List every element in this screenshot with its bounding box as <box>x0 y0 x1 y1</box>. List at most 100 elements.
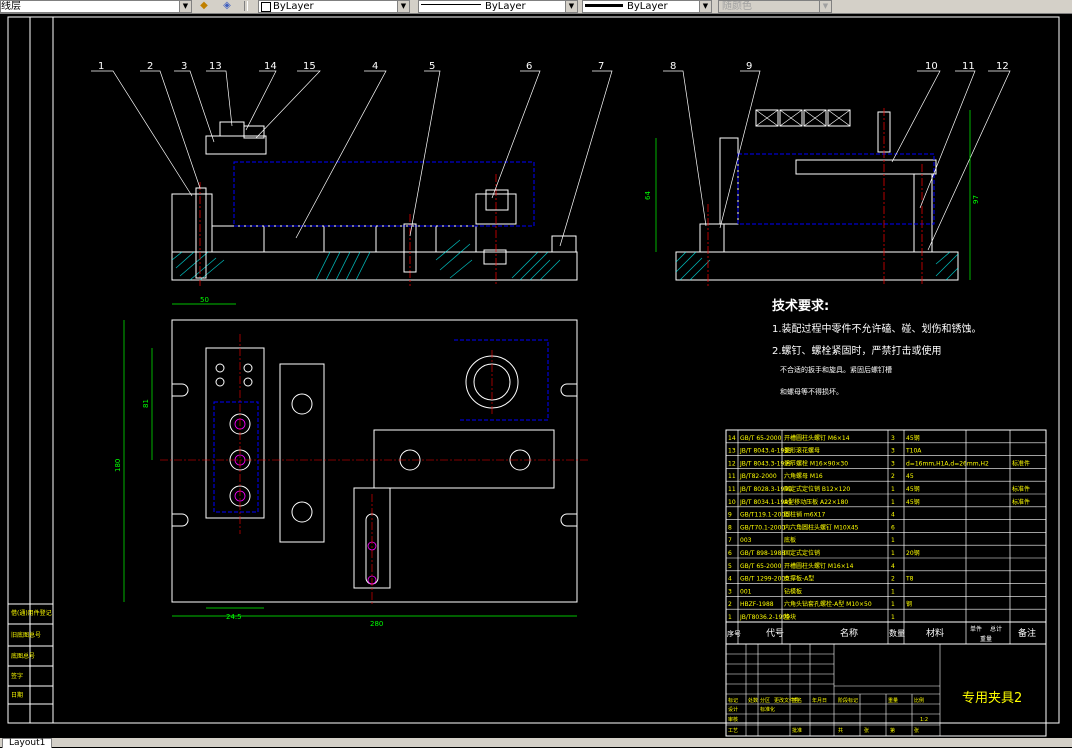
title-label: 标记 <box>728 697 738 704</box>
inner-frame <box>52 16 1060 724</box>
bom-cell-no: 10 <box>728 499 736 506</box>
balloon: 6 <box>526 61 532 72</box>
balloon: 10 <box>925 61 938 72</box>
chevron-down-icon[interactable]: ▼ <box>565 1 577 12</box>
bom-cell-code: 001 <box>740 588 752 595</box>
bom-cell-qty: 2 <box>891 473 895 480</box>
balloon: 8 <box>670 61 676 72</box>
bom-cell-mat: 钢 <box>906 600 912 608</box>
bom-cell-no: 2 <box>728 601 732 608</box>
bom-header-total: 总计 <box>990 625 1002 633</box>
bom-header-mat: 材料 <box>926 627 944 639</box>
chevron-down-icon[interactable]: ▼ <box>699 1 711 12</box>
color-combo[interactable]: ByLayer ▼ <box>258 0 410 13</box>
bom-cell-qty: 2 <box>891 576 895 583</box>
bom-cell-mat: 45钢 <box>906 485 920 493</box>
bom-cell-code: GB/T 65-2000 <box>740 563 782 570</box>
title-label: 审核 <box>728 716 738 723</box>
bom-header-note: 备注 <box>1018 627 1036 639</box>
bom-cell-qty: 1 <box>891 537 895 544</box>
dim-side-height: 64 <box>644 191 652 200</box>
chevron-down-icon[interactable]: ▼ <box>397 1 409 12</box>
balloon: 2 <box>147 61 153 72</box>
bom-header-single: 单件 <box>970 625 982 633</box>
title-label: 年月日 <box>812 697 827 704</box>
layer-stack-icon[interactable]: ◈ <box>220 0 234 12</box>
bom-cell-mat: T8 <box>905 576 914 583</box>
bom-cell-no: 4 <box>728 576 732 583</box>
left-block-label: 借(通)用件登记 <box>11 609 52 617</box>
drawing-canvas[interactable]: 借(通)用件登记 旧底图总号 底图总号 签字 日期 1 2 3 13 14 15… <box>0 14 1072 738</box>
properties-toolbar: 线层 ▼ ◆ ◈ ByLayer ▼ ByLayer ▼ ByLayer ▼ 随… <box>0 0 1072 14</box>
balloon: 7 <box>598 61 604 72</box>
bom-cell-qty: 1 <box>891 601 895 608</box>
title-label: 阶段标记 <box>838 697 858 704</box>
bom-cell-qty: 6 <box>891 524 895 531</box>
title-label: 第 <box>890 727 895 734</box>
title-label: 签名 <box>792 697 802 704</box>
top-view: 50 280 24.5 180 81 <box>114 296 590 628</box>
bom-cell-no: 12 <box>728 460 736 467</box>
bom-cell-no: 13 <box>728 448 736 455</box>
title-label: 处数 <box>748 697 758 704</box>
left-block-label: 日期 <box>11 691 23 699</box>
bom-cell-mat: 45钢 <box>906 434 920 442</box>
linetype-combo-value: ByLayer <box>485 1 526 12</box>
bom-cell-no: 11 <box>728 486 736 493</box>
dim-bottom-width: 280 <box>370 620 383 628</box>
bom-cell-no: 8 <box>728 524 732 531</box>
linetype-combo[interactable]: ByLayer ▼ <box>418 0 578 13</box>
bom-cell-code: GB/T70.1-2000 <box>740 524 785 531</box>
bom-cell-name: 钻模板 <box>784 587 802 595</box>
dim-left-height: 180 <box>114 459 122 472</box>
balloon: 4 <box>372 61 378 72</box>
bom-cell-qty: 4 <box>891 512 895 519</box>
title-label: 重量 <box>888 697 898 704</box>
bom-cell-name: 底板 <box>784 536 796 544</box>
bom-cell-qty: 1 <box>891 614 895 621</box>
bom-cell-qty: 1 <box>891 499 895 506</box>
tech-title: 技术要求: <box>772 298 829 314</box>
linetype-preview-icon <box>421 4 481 5</box>
balloon: 3 <box>181 61 187 72</box>
title-label: 批准 <box>792 727 802 734</box>
color-combo-value: ByLayer <box>273 1 314 12</box>
bom-cell-no: 5 <box>728 563 732 570</box>
bom-header: 序号 代号 名称 数量 材料 单件 总计 重量 备注 <box>727 625 1036 643</box>
title-label: 设计 <box>728 706 738 713</box>
bom-cell-name: 垫块 <box>784 613 796 621</box>
bom-cell-no: 14 <box>728 435 736 442</box>
base-plate <box>171 251 578 281</box>
title-label: 张 <box>864 727 869 734</box>
bom-cell-code: HBZF-1988 <box>740 601 774 608</box>
bom-cell-code: 003 <box>740 537 752 544</box>
bom-cell-code: JB/T8036.2-1999 <box>739 614 790 621</box>
bom-header-code: 代号 <box>766 628 784 639</box>
left-block-label: 旧底图总号 <box>11 631 41 639</box>
plotstyle-combo-value: 随颜色 <box>722 1 752 12</box>
lineweight-combo[interactable]: ByLayer ▼ <box>582 0 712 13</box>
bom-header-name: 名称 <box>840 627 858 639</box>
bom-cell-code: JB/T82-2000 <box>739 473 777 480</box>
bom-cell-name: 开槽圆柱头螺钉 M6×14 <box>784 434 850 442</box>
bom-cell-mat: 45 <box>906 473 914 480</box>
bom-cell-code: GB/T 898-1988 <box>740 550 785 557</box>
balloon: 1 <box>98 61 104 72</box>
side-view: 8 9 10 11 12 64 97 <box>644 61 1011 286</box>
bom-cell-name: 固定式定位销 B12×120 <box>784 485 850 493</box>
chevron-down-icon[interactable]: ▼ <box>179 1 191 12</box>
layer-combo[interactable]: 线层 ▼ <box>0 0 192 13</box>
bom-cell-name: 圆柱销 m6X17 <box>784 511 825 519</box>
chevron-down-icon: ▼ <box>819 1 831 12</box>
bom-cell-mat: 45钢 <box>906 498 920 506</box>
bom-cell-code: GB/T 65-2000 <box>740 435 782 442</box>
plotstyle-combo: 随颜色 ▼ <box>718 0 832 13</box>
bom-cell-qty: 1 <box>891 588 895 595</box>
title-label: 1:2 <box>920 717 928 723</box>
tech-line: 1.装配过程中零件不允许磕、碰、划伤和锈蚀。 <box>772 322 982 335</box>
balloon: 13 <box>209 61 222 72</box>
bom-cell-mat: d=16mm,H1A,d=26mm,H2 <box>906 460 989 467</box>
lineweight-combo-value: ByLayer <box>627 1 668 12</box>
layer-previous-icon[interactable]: ◆ <box>197 0 211 12</box>
side-balloons: 8 9 10 11 12 <box>670 61 1009 72</box>
